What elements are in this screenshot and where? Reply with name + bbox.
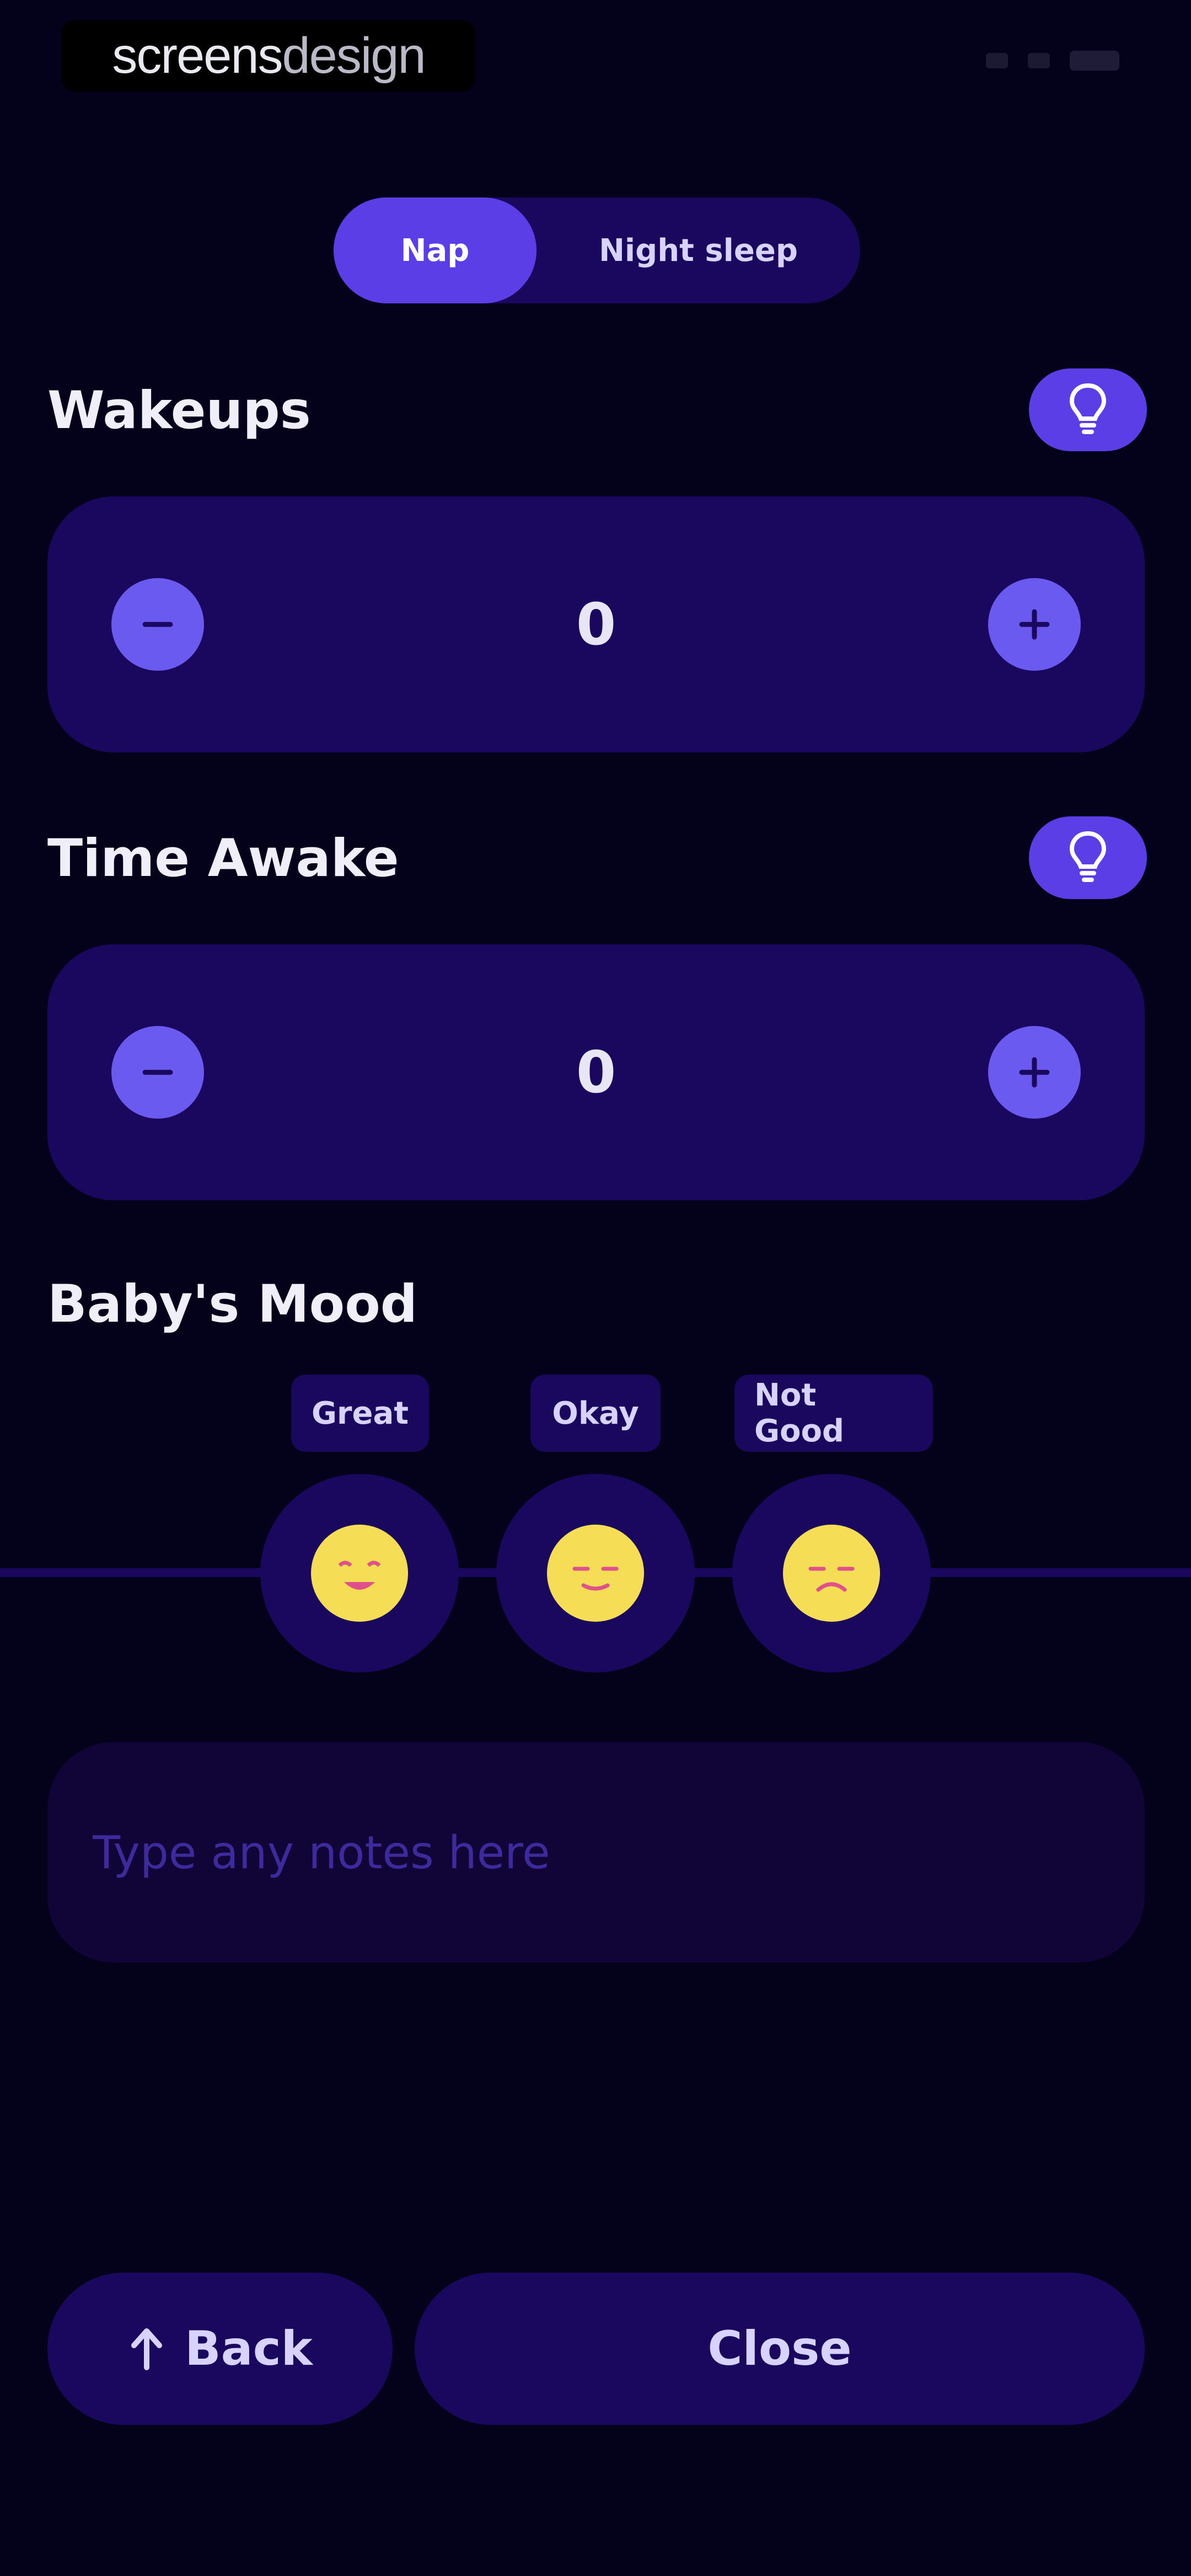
time-awake-increment-button[interactable] — [988, 1026, 1081, 1119]
battery-icon — [1070, 51, 1119, 71]
time-awake-title: Time Awake — [47, 829, 399, 889]
sad-face-icon — [783, 1525, 880, 1622]
mood-not-good-button[interactable] — [732, 1474, 931, 1672]
watermark-thin: design — [282, 27, 426, 84]
back-button[interactable]: Back — [47, 2273, 393, 2425]
status-bar-icons — [986, 51, 1119, 71]
neutral-face-icon — [547, 1525, 644, 1622]
lightbulb-icon — [1069, 383, 1107, 434]
arrow-up-icon — [131, 2328, 163, 2370]
mood-label-great: Great — [291, 1375, 429, 1452]
screensdesign-watermark: screens design — [62, 20, 475, 92]
time-awake-stepper: 0 — [47, 944, 1145, 1200]
close-label: Close — [707, 2321, 852, 2376]
mood-okay-button[interactable] — [496, 1474, 695, 1672]
wakeups-value: 0 — [576, 591, 616, 658]
night-sleep-option[interactable]: Night sleep — [537, 197, 860, 303]
wifi-icon — [1028, 53, 1050, 68]
mood-label-not-good: Not Good — [734, 1375, 933, 1452]
wakeups-stepper: 0 — [47, 496, 1145, 752]
wakeups-hint-button[interactable] — [1029, 368, 1147, 451]
plus-icon — [1019, 1057, 1050, 1088]
plus-icon — [1019, 609, 1050, 640]
wakeups-title: Wakeups — [47, 381, 311, 441]
sleep-type-toggle: Nap Night sleep — [334, 197, 860, 303]
happy-face-icon — [311, 1525, 408, 1622]
close-button[interactable]: Close — [415, 2273, 1145, 2425]
time-awake-hint-button[interactable] — [1029, 816, 1147, 899]
time-awake-value: 0 — [576, 1039, 616, 1106]
nap-option[interactable]: Nap — [334, 197, 537, 303]
notes-input[interactable] — [92, 1742, 1086, 1964]
back-label: Back — [185, 2321, 313, 2376]
time-awake-decrement-button[interactable] — [111, 1026, 204, 1119]
lightbulb-icon — [1069, 831, 1107, 882]
wakeups-increment-button[interactable] — [988, 578, 1081, 671]
minus-icon — [142, 1070, 173, 1075]
signal-icon — [986, 53, 1008, 68]
minus-icon — [142, 622, 173, 627]
mood-great-button[interactable] — [260, 1474, 459, 1672]
wakeups-decrement-button[interactable] — [111, 578, 204, 671]
watermark-bold: screens — [112, 27, 283, 84]
mood-label-okay: Okay — [530, 1375, 661, 1452]
mood-title: Baby's Mood — [47, 1274, 418, 1334]
notes-field[interactable] — [47, 1742, 1145, 1964]
